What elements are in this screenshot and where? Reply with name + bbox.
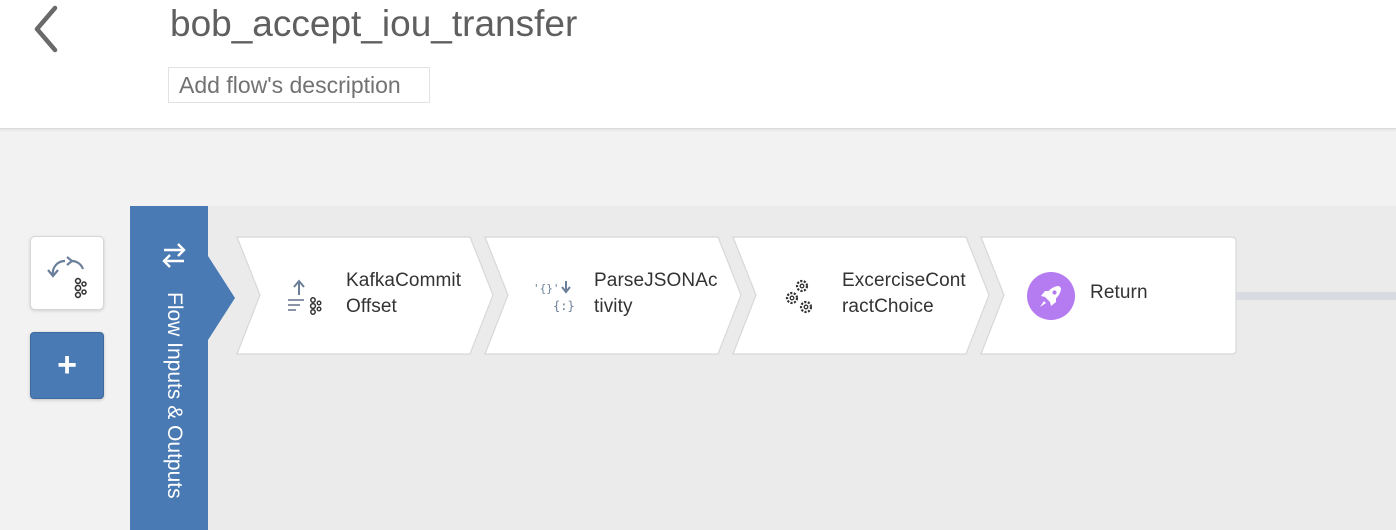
json-parse-icon: '{}' {:} — [533, 281, 574, 313]
chevron-left-icon — [34, 5, 58, 53]
flow-header: bob_accept_iou_transfer — [0, 0, 1396, 129]
tile-label: Return — [1090, 282, 1148, 303]
tile-label: ParseJSONActivity — [594, 270, 718, 317]
flow-inputs-outputs-label: Flow Inputs & Outputs — [163, 292, 186, 499]
flow-inputs-arrow — [208, 256, 235, 340]
svg-text:'{}': '{}' — [533, 282, 560, 295]
tile-kafka-commit-offset[interactable]: KafkaCommitOffset — [236, 236, 498, 355]
tile-excercise-contract-choice[interactable]: ExcerciseContractChoice — [732, 236, 994, 355]
kafka-trigger-button[interactable] — [30, 236, 104, 310]
swap-arrows-icon — [162, 243, 186, 268]
kafka-trigger-icon — [47, 256, 87, 299]
flow-description-input[interactable] — [168, 67, 430, 103]
tile-parse-json-activity[interactable]: '{}' {:} ParseJSONActivity — [484, 236, 746, 355]
kafka-commit-icon — [288, 279, 322, 315]
flow-title[interactable]: bob_accept_iou_transfer — [170, 2, 577, 46]
back-button[interactable] — [28, 2, 68, 54]
add-trigger-button[interactable]: + — [30, 332, 104, 399]
svg-text:{:}: {:} — [553, 299, 574, 313]
tile-label: ExcerciseContractChoice — [842, 270, 966, 317]
tile-label: KafkaCommitOffset — [346, 270, 462, 317]
flow-connector-line — [1230, 292, 1396, 300]
rocket-icon — [1027, 272, 1075, 320]
tile-return[interactable]: Return — [980, 236, 1238, 355]
gears-icon — [785, 279, 813, 314]
